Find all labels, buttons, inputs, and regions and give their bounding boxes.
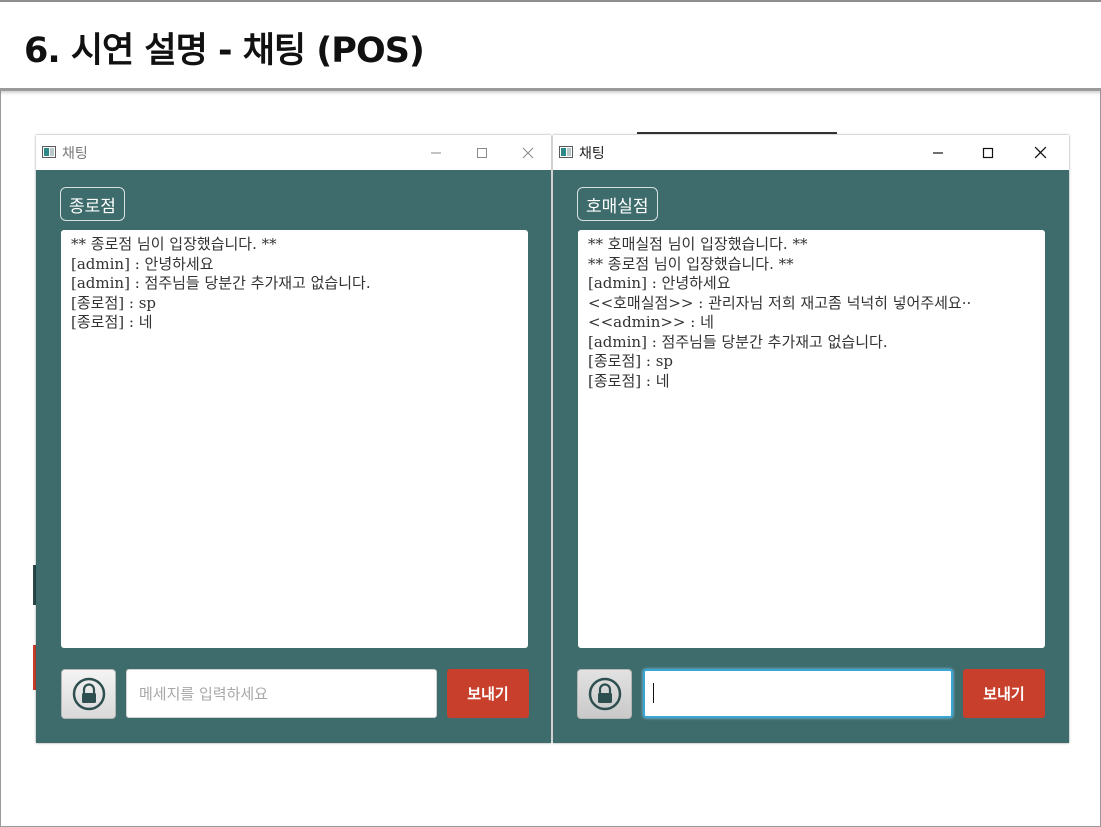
text-caret: [653, 683, 654, 703]
lock-icon: [72, 677, 105, 711]
app-window-icon: [42, 146, 56, 158]
message-input[interactable]: [643, 669, 953, 718]
window-title: 채팅: [579, 146, 605, 162]
slide-header: 6. 시연 설명 - 채팅 (POS): [0, 0, 1101, 91]
maximize-icon[interactable]: [965, 135, 1011, 170]
window-title: 채팅: [62, 146, 88, 162]
send-button[interactable]: 보내기: [447, 669, 529, 718]
chat-message: ** 종로점 님이 입장했습니다. **: [588, 254, 794, 273]
chat-message: [admin] : 안녕하세요: [71, 254, 214, 273]
chat-log[interactable]: ** 종로점 님이 입장했습니다. ** [admin] : 안녕하세요 [admi…: [61, 230, 528, 648]
chat-log[interactable]: ** 호매실점 님이 입장했습니다. ** ** 종로점 님이 입장했습니다. *…: [578, 230, 1045, 648]
close-icon[interactable]: [505, 135, 551, 170]
lock-icon: [588, 677, 621, 711]
maximize-icon[interactable]: [459, 135, 505, 170]
chat-window-left: 채팅 종로점 ** 종로점 님이 입장했습니다. ** [admin] : 안녕하…: [36, 135, 551, 743]
lock-button[interactable]: [61, 669, 116, 719]
send-button[interactable]: 보내기: [963, 669, 1045, 718]
user-name-button[interactable]: 호매실점: [577, 187, 658, 221]
chat-message: [종로점] : sp: [588, 352, 673, 370]
window-titlebar[interactable]: 채팅: [36, 135, 551, 170]
chat-message: [종로점] : sp: [71, 293, 156, 312]
message-input[interactable]: [126, 669, 437, 718]
close-icon[interactable]: [1017, 135, 1063, 170]
chat-message: <<admin>> : 네: [588, 313, 714, 331]
chat-message: [종로점] : 네: [71, 313, 153, 331]
chat-message: ** 호매실점 님이 입장했습니다. **: [588, 235, 808, 253]
chat-message: [종로점] : 네: [588, 371, 670, 390]
lock-button[interactable]: [577, 669, 632, 719]
chat-window-right: 채팅 호매실점 ** 호매실점 님이 입장했습니다. ** ** 종로점 님이 입…: [553, 135, 1069, 743]
chat-message: [admin] : 안녕하세요: [588, 274, 731, 292]
minimize-icon[interactable]: [915, 135, 961, 170]
chat-message: [admin] : 점주님들 당분간 추가재고 없습니다.: [588, 332, 888, 351]
chat-message: [admin] : 점주님들 당분간 추가재고 없습니다.: [71, 274, 371, 292]
chat-message: <<호매실점>> : 관리자님 저희 재고좀 넉넉히 넣어주세요··: [588, 293, 972, 312]
window-titlebar[interactable]: 채팅: [553, 135, 1069, 170]
user-name-button[interactable]: 종로점: [60, 187, 125, 221]
chat-message: ** 종로점 님이 입장했습니다. **: [71, 235, 277, 253]
app-window-icon: [559, 146, 573, 158]
slide-title: 6. 시연 설명 - 채팅 (POS): [24, 31, 425, 71]
background-window-top-line: [637, 132, 837, 134]
minimize-icon[interactable]: [413, 135, 459, 170]
